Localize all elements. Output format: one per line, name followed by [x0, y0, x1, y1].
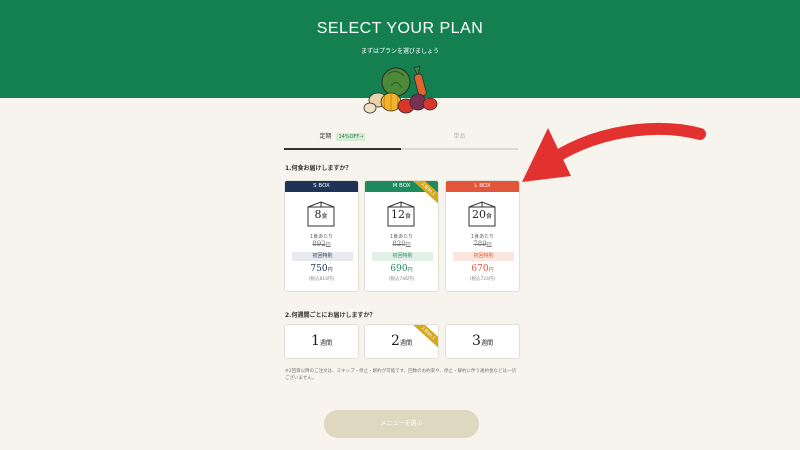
frequency-value: 3週間 — [472, 333, 493, 349]
per-meal-label: 1食あたり — [470, 234, 495, 240]
special-price: 690円 — [390, 264, 413, 274]
meal-count: 12食 — [390, 208, 411, 221]
frequency-option-1-week[interactable]: 1週間 — [284, 324, 359, 359]
tab-active-underline — [284, 148, 401, 150]
tax-included-price: (税込810円) — [308, 277, 335, 282]
per-meal-label: 1食あたり — [309, 234, 334, 240]
cancellation-note: ※2回目以降のご注文は、スキップ・停止・解約が可能です。回数のお約束や、停止・解… — [285, 369, 517, 381]
plan-type-tabs: 定期 14%OFF→ 単品 — [284, 131, 518, 151]
tab-single-label: 単品 — [453, 133, 466, 140]
question-delivery-frequency: 2.何週間ごとにお届けしますか？ — [285, 312, 376, 319]
original-price: 820円 — [392, 240, 411, 248]
tab-subscription-label: 定期 — [319, 133, 332, 140]
box-option-m[interactable]: M BOX 人気No.1 12食 1食あたり 820円 初回特別 690円 (税… — [364, 180, 439, 292]
first-time-label: 初回特別 — [372, 252, 433, 261]
page-title: SELECT YOUR PLAN — [316, 20, 484, 37]
tab-inactive-underline — [401, 148, 518, 150]
box-option-l[interactable]: L BOX 20食 1食あたり 789円 初回特別 670円 (税込724円) — [445, 180, 520, 292]
meal-count: 8食 — [314, 208, 328, 221]
frequency-option-2-weeks[interactable]: 人気No.1 2週間 — [364, 324, 439, 359]
vegetables-illustration — [363, 65, 438, 114]
tax-included-price: (税込746円) — [388, 277, 415, 282]
box-name: S BOX — [285, 181, 358, 192]
frequency-option-3-weeks[interactable]: 3週間 — [445, 324, 520, 359]
frequency-value: 1週間 — [311, 333, 332, 349]
special-price: 670円 — [471, 264, 494, 274]
discount-badge: 14%OFF→ — [336, 133, 366, 141]
per-meal-label: 1食あたり — [389, 234, 414, 240]
tax-included-price: (税込724円) — [469, 277, 496, 282]
special-price: 750円 — [310, 264, 333, 274]
choose-menu-button[interactable]: メニューを選ぶ — [324, 410, 479, 438]
page-subtitle: まずはプランを選びましょう — [360, 48, 439, 55]
box-name: L BOX — [446, 181, 519, 192]
original-price: 892円 — [312, 240, 331, 248]
first-time-label: 初回特別 — [453, 252, 514, 261]
box-option-s[interactable]: S BOX 8食 1食あたり 892円 初回特別 750円 (税込810円) — [284, 180, 359, 292]
frequency-value: 2週間 — [391, 333, 412, 349]
original-price: 789円 — [473, 240, 492, 248]
meal-count: 20食 — [471, 208, 492, 221]
first-time-label: 初回特別 — [292, 252, 353, 261]
question-meal-count: 1.何食お届けしますか？ — [285, 165, 352, 172]
